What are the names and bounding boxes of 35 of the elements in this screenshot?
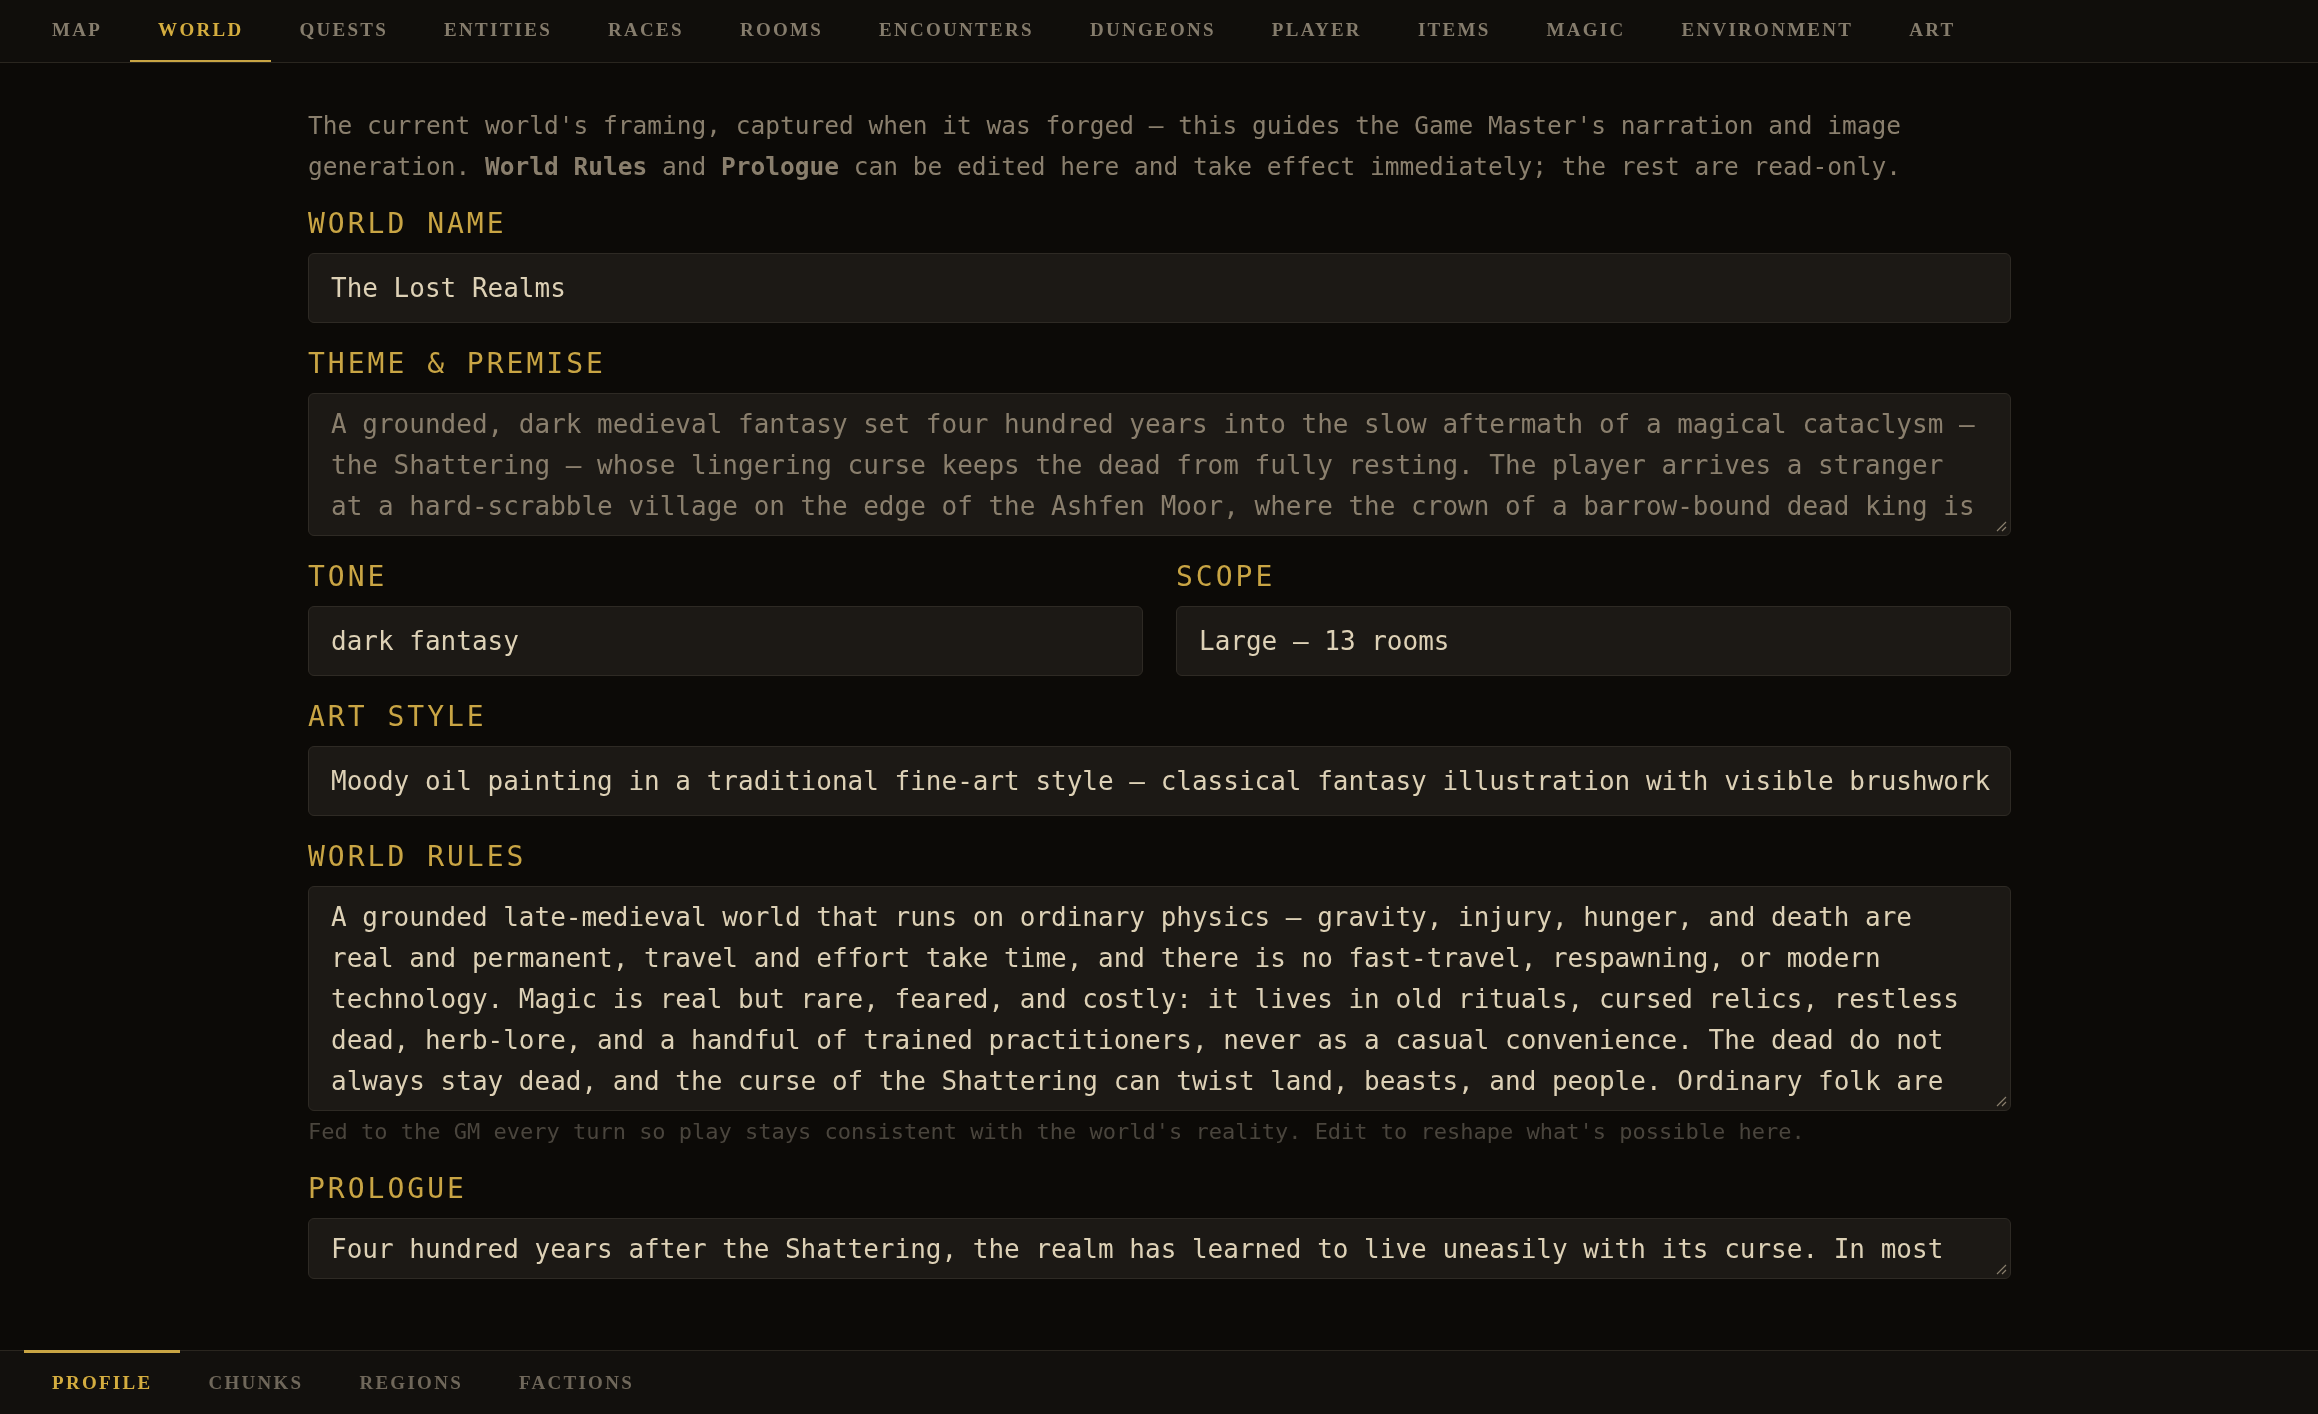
hint-text: Fed to the GM every turn so play stays consistent with the world's reality. Edit to reshape what's possible here. xyxy=(308,1118,1806,1146)
bottom-tab[interactable]: FACTIONS xyxy=(491,1350,662,1414)
text-input[interactable]: Moody oil painting in a traditional fine-art style — classical fantasy illustration with visible brushwork xyxy=(308,746,2011,816)
field-label: PROLOGUE xyxy=(308,1172,468,1206)
field-label: THEME & PREMISE xyxy=(308,347,607,381)
nav-tab[interactable]: DUNGEONS xyxy=(1061,0,1244,62)
field-label: SCOPE xyxy=(1176,560,1277,594)
text-input[interactable]: The Lost Realms xyxy=(308,253,2011,323)
nav-tab[interactable]: ENCOUNTERS xyxy=(851,0,1062,62)
nav-tab[interactable]: RACES xyxy=(580,0,712,62)
text-input[interactable]: dark fantasy xyxy=(308,606,1143,676)
field-label: ART STYLE xyxy=(308,700,488,734)
text-input[interactable]: Large — 13 rooms xyxy=(1176,606,2011,676)
resize-handle-icon[interactable] xyxy=(1995,1095,2007,1107)
field-label: WORLD RULES xyxy=(308,840,528,874)
resize-handle-icon[interactable] xyxy=(1995,520,2007,532)
nav-tab[interactable]: PLAYER xyxy=(1243,0,1390,62)
nav-tab[interactable]: ART xyxy=(1881,0,1984,62)
nav-tab[interactable]: WORLD xyxy=(130,0,272,62)
bottom-tab[interactable]: CHUNKS xyxy=(180,1350,332,1414)
nav-tab[interactable]: QUESTS xyxy=(271,0,417,62)
text-area[interactable]: Four hundred years after the Shattering, the realm has learned to live uneasily with its curse. In most xyxy=(308,1218,2011,1279)
nav-tab[interactable]: MAGIC xyxy=(1518,0,1654,62)
nav-tab[interactable]: ENVIRONMENT xyxy=(1653,0,1882,62)
nav-tab[interactable]: ROOMS xyxy=(711,0,852,62)
intro-paragraph: The current world's framing, captured when it was forged — this guides the Game Master's narration and image generation. World Rules and Prologue can be edited here and take effect immediately; the rest are read-only. xyxy=(308,110,1903,183)
bottom-tab[interactable]: REGIONS xyxy=(331,1350,491,1414)
resize-handle-icon[interactable] xyxy=(1995,1263,2007,1275)
text-area[interactable]: A grounded late-medieval world that runs on ordinary physics — gravity, injury, hunger, and death are real and permanent, travel and effort take time, and there is no fast-travel, respawning, or modern technology. Magic is real but rare, feared, and costly: it lives in old rituals, cursed relics, restless dead, herb-lore, and a handful of trained practitioners, never as a casual convenience. The dead do not always stay dead, and the curse of the Shattering can twist land, beasts, and people. Ordinary folk are xyxy=(308,886,2011,1111)
nav-tab[interactable]: ENTITIES xyxy=(416,0,581,62)
field-label: WORLD NAME xyxy=(308,207,508,241)
bottom-tab[interactable]: PROFILE xyxy=(24,1350,181,1414)
nav-tab[interactable]: MAP xyxy=(24,0,131,62)
field-label: TONE xyxy=(308,560,389,594)
nav-tab[interactable]: ITEMS xyxy=(1389,0,1519,62)
